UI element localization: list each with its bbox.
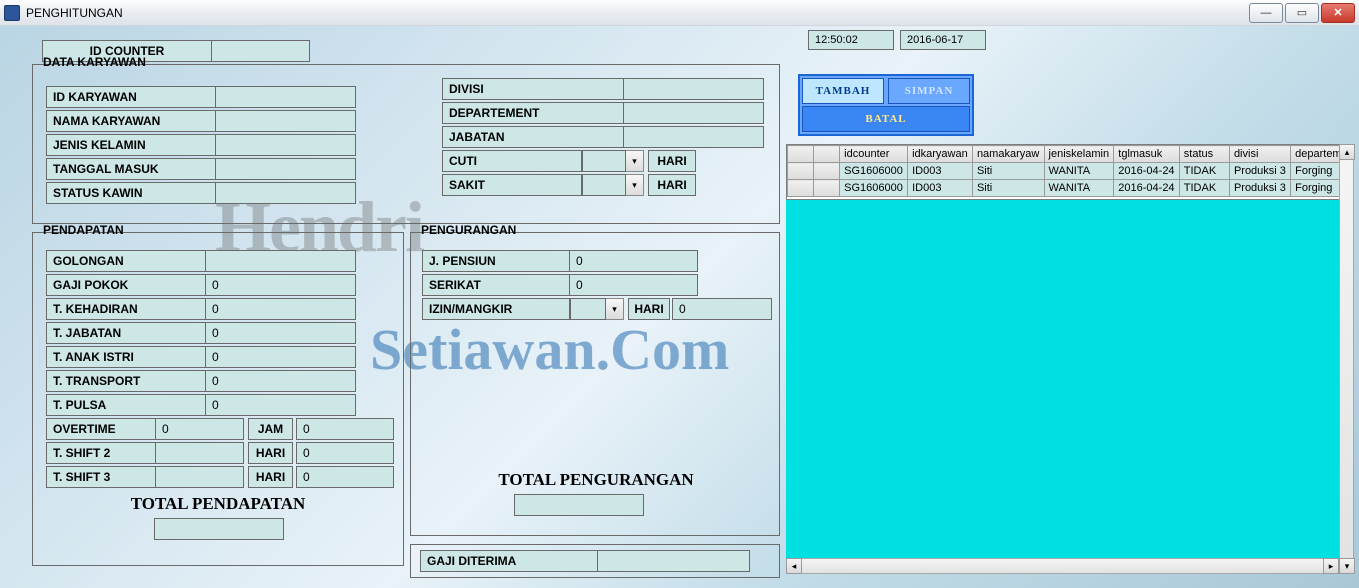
unit-sakit: HARI [648, 174, 696, 196]
label-gaji-pokok: GAJI POKOK [46, 274, 206, 296]
label-total-pendapatan: TOTAL PENDAPATAN [100, 494, 336, 514]
input-t-kehadiran[interactable]: 0 [206, 298, 356, 320]
label-t-transport: T. TRANSPORT [46, 370, 206, 392]
col-status[interactable]: status [1179, 146, 1229, 163]
label-golongan: GOLONGAN [46, 250, 206, 272]
window-titlebar: PENGHITUNGAN — ▭ ✕ [0, 0, 1359, 26]
input-t-anak-istri[interactable]: 0 [206, 346, 356, 368]
col-idcounter[interactable]: idcounter [840, 146, 908, 163]
label-total-pengurangan: TOTAL PENGURANGAN [452, 470, 740, 490]
table-row[interactable]: SG1606000ID003SitiWANITA2016-04-24TIDAKP… [788, 180, 1353, 197]
input-overtime-hours[interactable]: 0 [156, 418, 244, 440]
input-tanggal-masuk[interactable] [216, 158, 356, 180]
input-t-transport[interactable]: 0 [206, 370, 356, 392]
label-divisi: DIVISI [442, 78, 624, 100]
label-izin: IZIN/MANGKIR [422, 298, 570, 320]
label-shift2: T. SHIFT 2 [46, 442, 156, 464]
label-jabatan: JABATAN [442, 126, 624, 148]
chevron-down-icon[interactable]: ▾ [626, 174, 644, 196]
close-button[interactable]: ✕ [1321, 3, 1355, 23]
input-divisi[interactable] [624, 78, 764, 100]
vertical-scrollbar[interactable] [1339, 144, 1354, 574]
table-row[interactable]: SG1606000ID003SitiWANITA2016-04-24TIDAKP… [788, 163, 1353, 180]
label-t-anak-istri: T. ANAK ISTRI [46, 346, 206, 368]
clock-date: 2016-06-17 [900, 30, 986, 50]
input-izin-amount[interactable]: 0 [672, 298, 772, 320]
idcounter-value[interactable] [212, 40, 310, 62]
input-shift3-days[interactable] [156, 466, 244, 488]
input-gaji-pokok[interactable]: 0 [206, 274, 356, 296]
label-t-kehadiran: T. KEHADIRAN [46, 298, 206, 320]
input-status-kawin[interactable] [216, 182, 356, 204]
label-serikat: SERIKAT [422, 274, 570, 296]
scroll-down-icon[interactable]: ▾ [1339, 558, 1355, 574]
label-t-jabatan: T. JABATAN [46, 322, 206, 344]
input-t-pulsa[interactable]: 0 [206, 394, 356, 416]
scroll-up-icon[interactable]: ▴ [1339, 144, 1355, 160]
input-shift3-amount[interactable]: 0 [296, 466, 394, 488]
input-id-karyawan[interactable] [216, 86, 356, 108]
label-sakit: SAKIT [442, 174, 582, 196]
col-namakaryaw[interactable]: namakaryaw [972, 146, 1044, 163]
input-serikat[interactable]: 0 [570, 274, 698, 296]
input-shift2-amount[interactable]: 0 [296, 442, 394, 464]
col-idkaryawan[interactable]: idkaryawan [908, 146, 973, 163]
label-gaji-diterima: GAJI DITERIMA [420, 550, 598, 572]
label-overtime: OVERTIME [46, 418, 156, 440]
input-nama-karyawan[interactable] [216, 110, 356, 132]
chevron-down-icon[interactable]: ▾ [606, 298, 624, 320]
data-grid-empty-area [786, 200, 1339, 558]
clock-time: 12:50:02 [808, 30, 894, 50]
app-icon [4, 5, 20, 21]
col-jeniskelamin[interactable]: jeniskelamin [1044, 146, 1114, 163]
chevron-down-icon[interactable]: ▾ [626, 150, 644, 172]
label-departement: DEPARTEMENT [442, 102, 624, 124]
input-departement[interactable] [624, 102, 764, 124]
maximize-button[interactable]: ▭ [1285, 3, 1319, 23]
label-tanggal-masuk: TANGGAL MASUK [46, 158, 216, 180]
label-pensiun: J. PENSIUN [422, 250, 570, 272]
tambah-button[interactable]: TAMBAH [802, 78, 884, 104]
input-total-pengurangan[interactable] [514, 494, 644, 516]
unit-shift3: HARI [248, 466, 293, 488]
label-jenis-kelamin: JENIS KELAMIN [46, 134, 216, 156]
label-nama-karyawan: NAMA KARYAWAN [46, 110, 216, 132]
minimize-button[interactable]: — [1249, 3, 1283, 23]
col-divisi[interactable]: divisi [1229, 146, 1290, 163]
input-t-jabatan[interactable]: 0 [206, 322, 356, 344]
legend-data-karyawan: DATA KARYAWAN [41, 55, 148, 69]
legend-pengurangan: PENGURANGAN [419, 223, 518, 237]
input-total-pendapatan[interactable] [154, 518, 284, 540]
input-pensiun[interactable]: 0 [570, 250, 698, 272]
batal-button[interactable]: BATAL [802, 106, 970, 132]
unit-izin: HARI [628, 298, 670, 320]
input-jenis-kelamin[interactable] [216, 134, 356, 156]
input-shift2-days[interactable] [156, 442, 244, 464]
input-overtime-amount[interactable]: 0 [296, 418, 394, 440]
unit-shift2: HARI [248, 442, 293, 464]
input-jabatan[interactable] [624, 126, 764, 148]
unit-overtime: JAM [248, 418, 293, 440]
select-izin[interactable] [570, 298, 606, 320]
input-gaji-diterima[interactable] [598, 550, 750, 572]
window-title: PENGHITUNGAN [26, 6, 1249, 20]
input-golongan[interactable] [206, 250, 356, 272]
legend-pendapatan: PENDAPATAN [41, 223, 126, 237]
simpan-button[interactable]: SIMPAN [888, 78, 970, 104]
col-tglmasuk[interactable]: tglmasuk [1114, 146, 1180, 163]
select-cuti[interactable] [582, 150, 626, 172]
select-sakit[interactable] [582, 174, 626, 196]
label-id-karyawan: ID KARYAWAN [46, 86, 216, 108]
label-t-pulsa: T. PULSA [46, 394, 206, 416]
horizontal-scrollbar[interactable] [786, 558, 1339, 574]
label-cuti: CUTI [442, 150, 582, 172]
unit-cuti: HARI [648, 150, 696, 172]
data-grid-header: idcounter idkaryawan namakaryaw jeniskel… [786, 144, 1354, 200]
label-shift3: T. SHIFT 3 [46, 466, 156, 488]
scroll-right-icon[interactable]: ▸ [1323, 558, 1339, 574]
label-status-kawin: STATUS KAWIN [46, 182, 216, 204]
scroll-left-icon[interactable]: ◂ [786, 558, 802, 574]
